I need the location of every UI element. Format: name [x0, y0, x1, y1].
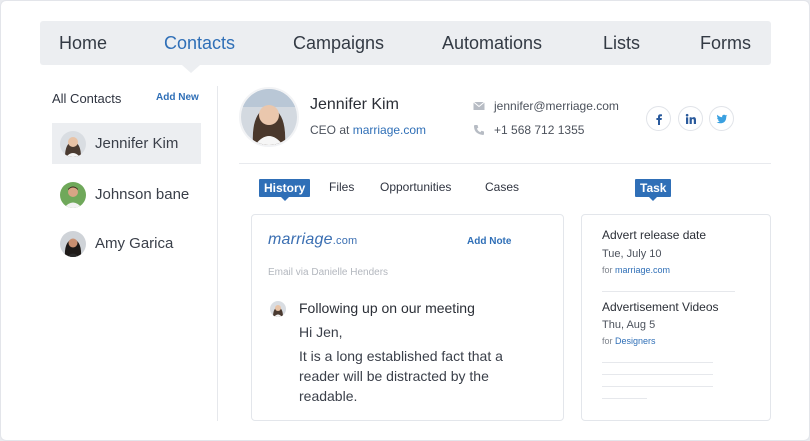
logo-main: marriage — [268, 231, 333, 248]
contact-item-amy-garica[interactable]: Amy Garica — [52, 223, 201, 264]
profile-name: Jennifer Kim — [310, 96, 399, 113]
tab-history[interactable]: History — [259, 179, 311, 201]
placeholder-line — [602, 374, 713, 375]
placeholder-line — [602, 386, 713, 387]
phone-text[interactable]: +1 568 712 1355 — [494, 123, 584, 137]
avatar — [60, 182, 86, 208]
task-divider — [602, 362, 713, 363]
nav-forms[interactable]: Forms — [700, 21, 751, 65]
task-for-label: for — [602, 265, 613, 275]
task-title[interactable]: Advert release date — [602, 228, 706, 242]
profile-role: CEO at marriage.com — [310, 123, 426, 137]
placeholder-line — [602, 398, 647, 399]
logo-domain: .com — [332, 235, 358, 247]
company-link[interactable]: marriage.com — [353, 123, 426, 137]
contact-item-johnson-bane[interactable]: Johnson bane — [52, 174, 201, 215]
phone-icon — [473, 124, 485, 136]
linkedin-button[interactable] — [678, 106, 703, 131]
avatar — [60, 131, 86, 157]
history-panel: marriage.com Add Note Email via Danielle… — [251, 214, 564, 421]
contact-name: Johnson bane — [95, 186, 190, 203]
add-note-button[interactable]: Add Note — [467, 236, 511, 247]
sidebar-divider — [217, 86, 218, 421]
contact-name: Jennifer Kim — [95, 135, 179, 152]
company-logo: marriage.com — [268, 231, 357, 249]
facebook-button[interactable] — [646, 106, 671, 131]
twitter-icon — [716, 114, 728, 124]
task-for: for marriage.com — [602, 265, 670, 275]
nav-automations[interactable]: Automations — [442, 21, 542, 65]
facebook-icon — [656, 114, 662, 125]
email-text[interactable]: jennifer@merriage.com — [494, 99, 619, 113]
role-prefix: CEO at — [310, 123, 350, 137]
task-for-label: for — [602, 336, 613, 346]
task-panel: Advert release date Tue, July 10 for mar… — [581, 214, 771, 421]
task-title[interactable]: Advertisement Videos — [602, 300, 719, 314]
header-divider — [239, 163, 771, 164]
tab-files[interactable]: Files — [329, 180, 354, 194]
task-divider — [602, 291, 735, 292]
linkedin-icon — [685, 113, 696, 124]
tab-task[interactable]: Task — [635, 179, 672, 201]
mail-icon — [473, 100, 485, 112]
nav-lists[interactable]: Lists — [603, 21, 640, 65]
nav-contacts[interactable]: Contacts — [164, 21, 235, 65]
top-nav: Home Contacts Campaigns Automations List… — [40, 21, 771, 65]
task-for: for Designers — [602, 336, 656, 346]
nav-campaigns[interactable]: Campaigns — [293, 21, 384, 65]
message-subject[interactable]: Following up on our meeting — [299, 300, 475, 316]
message-greeting: Hi Jen, — [299, 324, 343, 340]
tab-cases[interactable]: Cases — [485, 180, 519, 194]
task-for-value[interactable]: Designers — [615, 336, 656, 346]
sender-avatar — [270, 301, 286, 317]
email-via-label: Email via Danielle Henders — [268, 267, 389, 278]
twitter-button[interactable] — [709, 106, 734, 131]
profile-avatar — [239, 87, 299, 147]
task-date: Thu, Aug 5 — [602, 319, 656, 331]
contact-name: Amy Garica — [95, 235, 174, 252]
active-nav-indicator — [182, 65, 200, 73]
message-body: It is a long established fact that a rea… — [299, 348, 503, 404]
task-for-value[interactable]: marriage.com — [615, 265, 670, 275]
task-date: Tue, July 10 — [602, 248, 662, 260]
app-frame: Home Contacts Campaigns Automations List… — [0, 0, 810, 441]
contact-item-jennifer-kim[interactable]: Jennifer Kim — [52, 123, 201, 164]
avatar — [60, 231, 86, 257]
nav-home[interactable]: Home — [59, 21, 107, 65]
add-new-contact-link[interactable]: Add New — [156, 92, 199, 103]
sidebar-title: All Contacts — [52, 91, 122, 106]
tab-opportunities[interactable]: Opportunities — [380, 180, 451, 194]
